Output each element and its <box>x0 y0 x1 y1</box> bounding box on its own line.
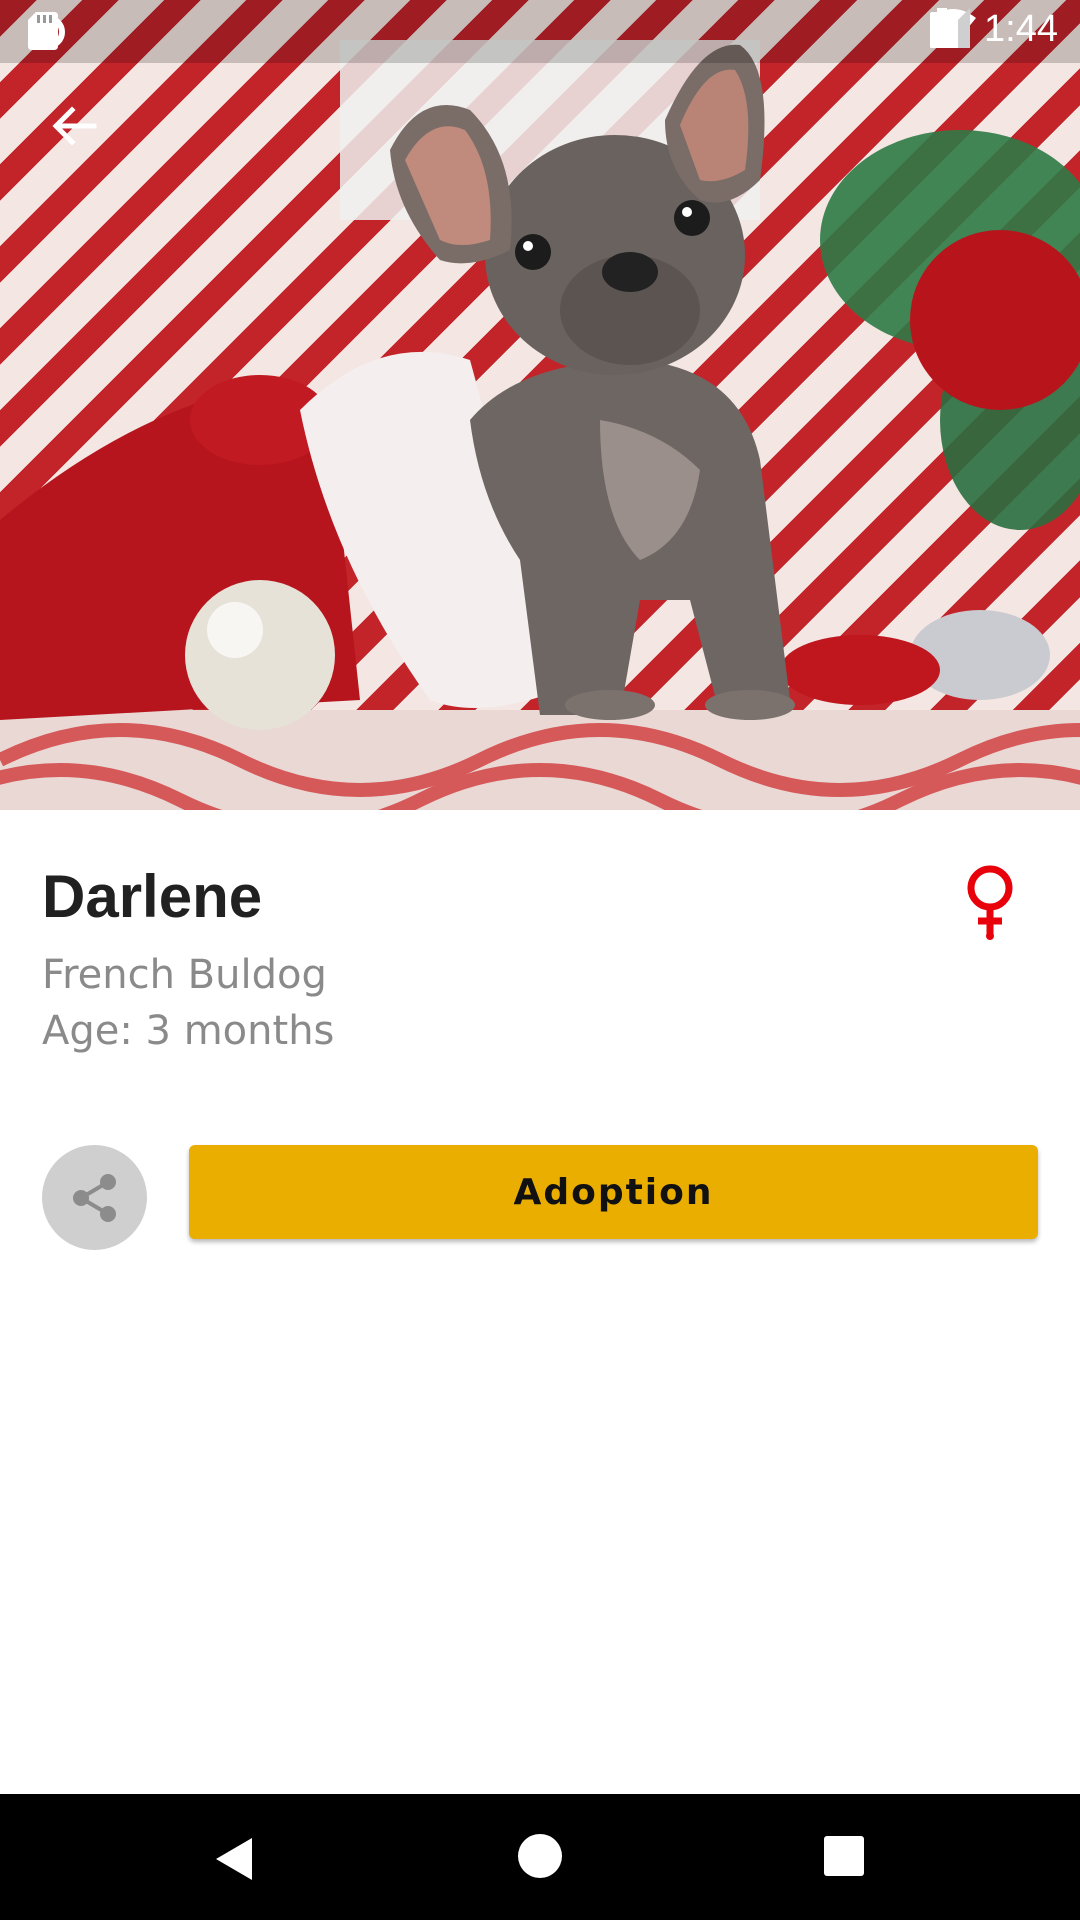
share-icon <box>72 1173 116 1222</box>
status-bar: 1:44 <box>0 0 1080 63</box>
pet-breed: French Buldog <box>42 952 327 998</box>
female-symbol-icon <box>962 864 1018 940</box>
nav-home-icon[interactable] <box>518 1834 562 1878</box>
nav-back-icon[interactable] <box>214 1836 254 1887</box>
hero-photo: 1:44 <box>0 0 1080 810</box>
pet-age: Age: 3 months <box>42 1008 335 1054</box>
share-button[interactable] <box>42 1145 147 1250</box>
pet-name: Darlene <box>42 863 263 930</box>
adoption-button[interactable]: Adoption <box>189 1145 1038 1239</box>
navigation-bar <box>0 1794 1080 1920</box>
status-time: 1:44 <box>984 8 1058 50</box>
nav-recents-icon[interactable] <box>824 1836 864 1876</box>
arrow-left-icon <box>52 106 97 146</box>
puppy-photo <box>0 40 1080 810</box>
back-button[interactable] <box>44 96 104 156</box>
